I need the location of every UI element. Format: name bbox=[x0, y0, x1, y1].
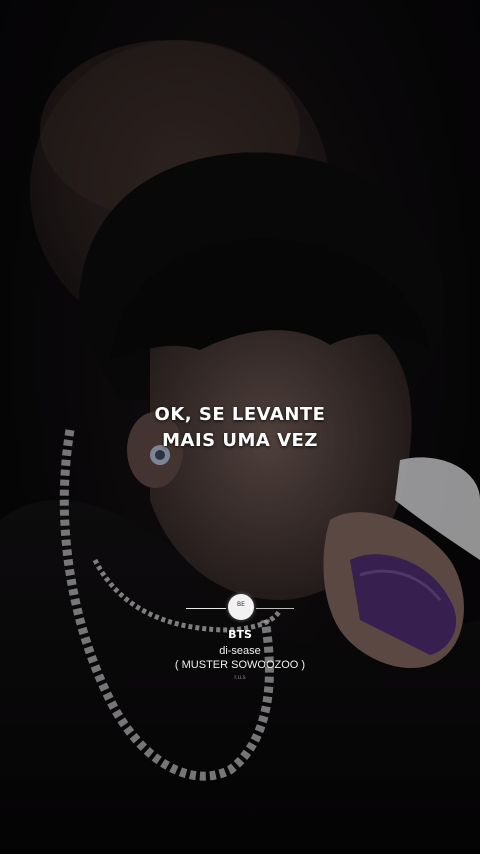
video-frame: OK, SE LEVANTE MAIS UMA VEZ BE BTS di-se… bbox=[0, 0, 480, 854]
lyric-line-2: MAIS UMA VEZ bbox=[162, 430, 318, 451]
artist-name: BTS bbox=[228, 628, 252, 641]
disc-label: BE bbox=[237, 601, 245, 608]
progress-bar-remaining[interactable] bbox=[256, 608, 294, 609]
credit-text: r.u.s bbox=[234, 675, 246, 681]
album-disc-icon[interactable]: BE bbox=[228, 594, 254, 620]
music-player-widget: BE BTS di-sease ( MUSTER SOWOOZOO ) r.u.… bbox=[0, 590, 480, 690]
background-photo bbox=[0, 0, 480, 854]
song-title: di-sease bbox=[219, 645, 261, 657]
progress-bar-played[interactable] bbox=[186, 608, 226, 609]
album-name: ( MUSTER SOWOOZOO ) bbox=[174, 659, 306, 671]
lyric-line-1: OK, SE LEVANTE bbox=[154, 404, 326, 425]
